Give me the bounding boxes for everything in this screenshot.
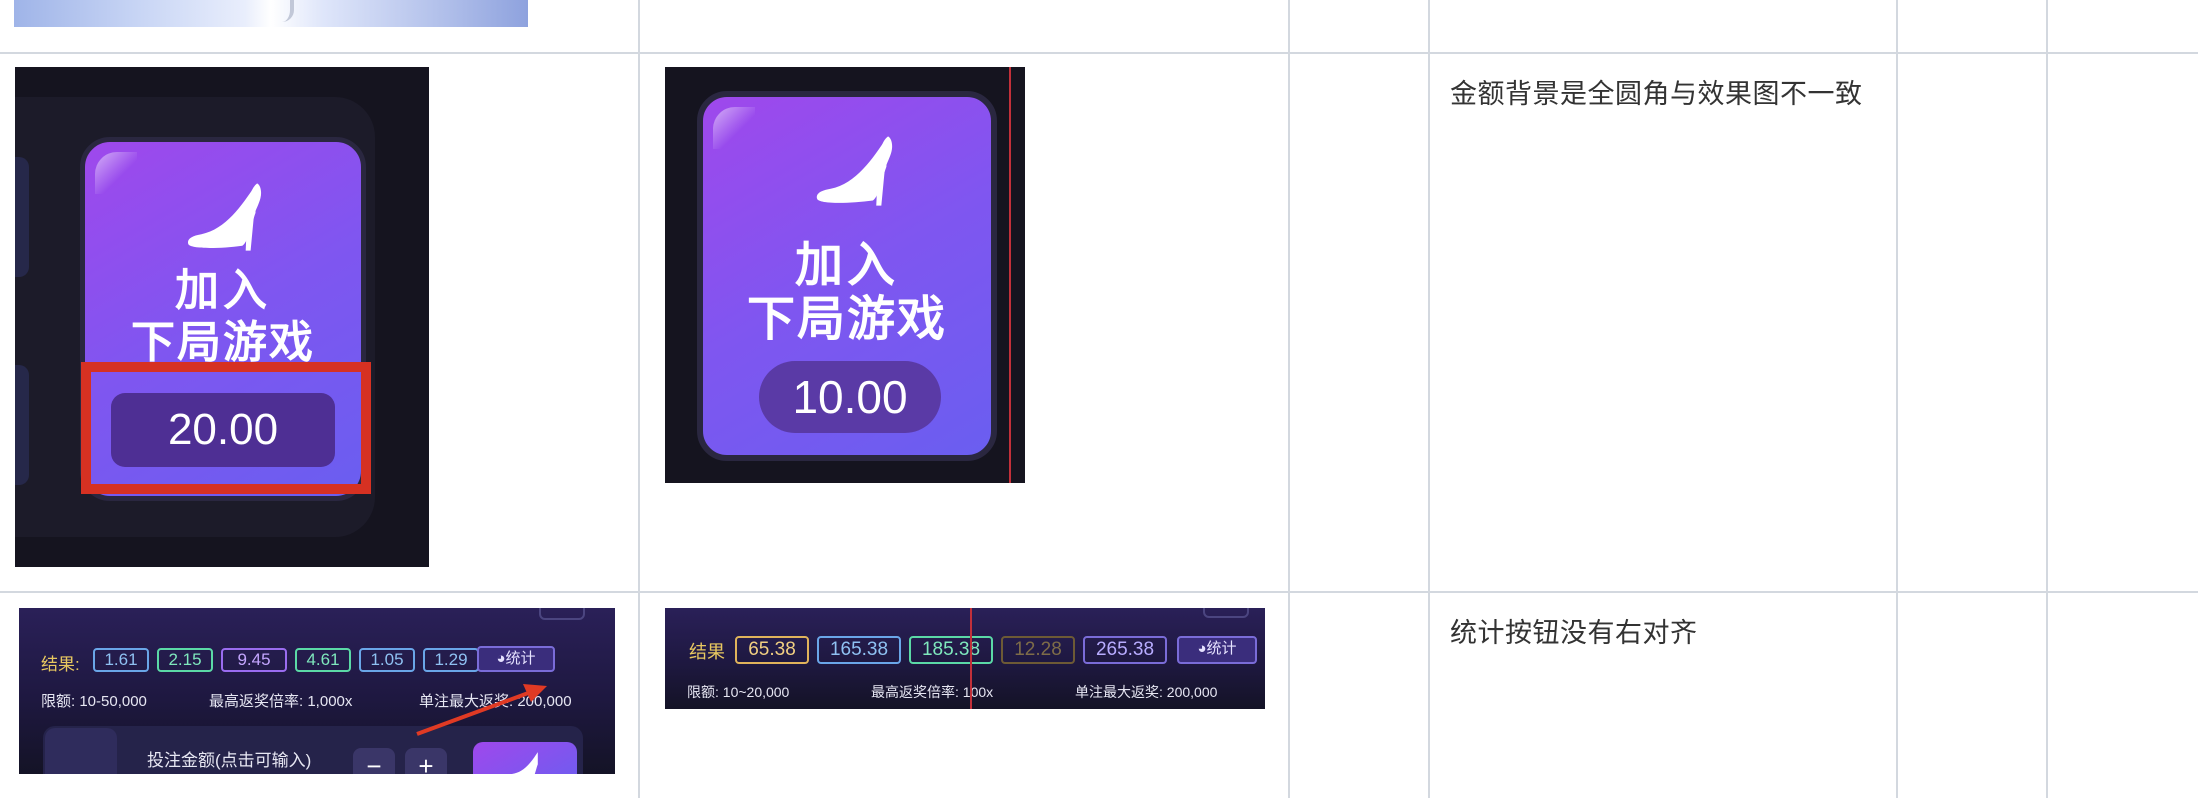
next-game-label: 下局游戏	[131, 318, 315, 367]
gloss-highlight	[95, 152, 137, 194]
issue-note: 金额背景是全圆角与效果图不一致	[1450, 79, 1863, 109]
next-game-label: 下局游戏	[746, 293, 947, 346]
result-chip: 12.28	[1001, 636, 1075, 664]
annotated-results-bar-screenshot: 结果: 1.61 2.15 9.45 4.61 1.05 1.29 ◕统计 限额…	[19, 608, 615, 774]
stats-button-label: 统计	[1206, 640, 1237, 657]
heel-shoe-icon	[816, 136, 893, 206]
stats-button[interactable]: ◕统计	[1177, 636, 1257, 664]
expected-results-bar-screenshot: 结果 65.38 165.38 185.38 12.28 265.38 ◕统计 …	[665, 608, 1265, 709]
side-card-edge	[15, 365, 29, 485]
heel-shoe-icon	[276, 0, 294, 22]
highlight-box	[81, 362, 371, 494]
side-card-edge	[15, 157, 29, 277]
column-divider	[638, 0, 640, 798]
gloss-highlight	[713, 107, 755, 149]
row-divider	[0, 591, 2198, 593]
top-tab-edge	[1203, 608, 1249, 618]
column-divider	[2046, 0, 2048, 798]
heel-shoe-icon	[187, 183, 262, 251]
guide-line	[1009, 67, 1011, 483]
results-label: 结果	[689, 642, 725, 662]
issue-note: 统计按钮没有右对齐	[1450, 618, 1698, 648]
previous-row-screenshot	[14, 0, 528, 27]
join-next-game-card[interactable]: 加入 下局游戏 10.00	[697, 91, 997, 461]
pointer-arrow	[416, 684, 547, 736]
review-sheet: 加入 下局游戏 20.00 加入 下局游戏 10.00 金额背景是全圆角与效果图…	[0, 0, 2198, 798]
amount-pill: 10.00	[759, 361, 941, 433]
result-chip: 165.38	[817, 636, 901, 664]
result-chip: 265.38	[1083, 636, 1167, 664]
max-odds: 最高返奖倍率: 100x	[871, 684, 994, 700]
max-payout: 单注最大返奖: 200,000	[1075, 684, 1218, 700]
chart-icon: ◕	[1197, 640, 1207, 657]
result-chip: 185.38	[909, 636, 993, 664]
column-divider	[1288, 0, 1290, 798]
result-chip: 65.38	[735, 636, 809, 664]
column-divider	[1428, 0, 1430, 798]
bet-limit: 限额: 10~20,000	[687, 684, 790, 700]
column-divider	[1896, 0, 1898, 798]
expected-join-card-screenshot: 加入 下局游戏 10.00	[665, 67, 1025, 483]
guide-line	[970, 608, 972, 709]
annotated-join-card-screenshot: 加入 下局游戏 20.00	[15, 67, 429, 567]
row-divider	[0, 52, 2198, 54]
